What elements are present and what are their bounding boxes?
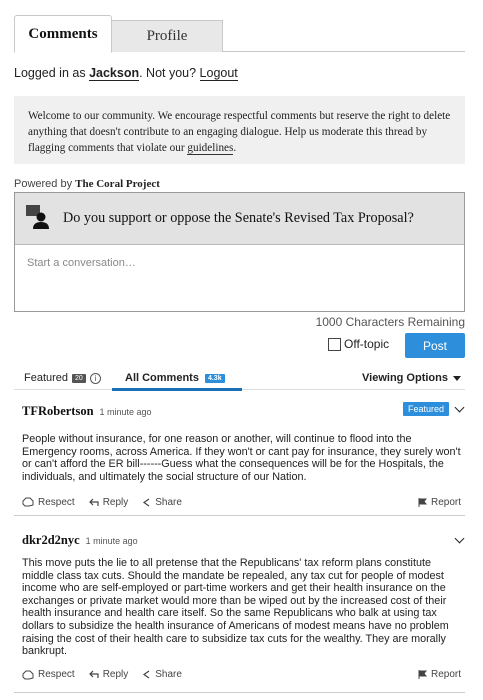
powered-by: Powered by The Coral Project	[14, 178, 160, 190]
viewing-options-label: Viewing Options	[362, 372, 448, 384]
guidelines-link[interactable]: guidelines	[187, 142, 234, 155]
comment-input[interactable]: Start a conversation…	[15, 245, 464, 281]
share-icon	[143, 670, 150, 679]
share-label: Share	[155, 669, 182, 681]
login-prefix: Logged in as	[14, 66, 90, 80]
comment-item: TFRobertson 1 minute ago Featured People…	[22, 402, 465, 509]
all-comments-label: All Comments	[125, 372, 199, 384]
comment-time: 1 minute ago	[99, 407, 152, 417]
caret-down-icon	[453, 375, 461, 381]
share-button[interactable]: Share	[142, 669, 182, 680]
share-label: Share	[155, 496, 182, 508]
comment-body: This move puts the lie to all pretense t…	[22, 557, 449, 658]
respect-icon	[22, 670, 34, 680]
tab-comments[interactable]: Comments	[14, 15, 112, 53]
reply-label: Reply	[102, 669, 129, 681]
report-button[interactable]: Report	[418, 669, 461, 680]
report-button[interactable]: Report	[418, 497, 461, 508]
username[interactable]: Jackson	[89, 66, 140, 81]
share-icon	[143, 498, 150, 507]
welcome-suffix: .	[233, 142, 237, 154]
comment-author[interactable]: TFRobertson	[22, 404, 94, 419]
tab-featured[interactable]: Featured 20 i	[24, 372, 101, 384]
question-header: Do you support or oppose the Senate's Re…	[15, 193, 464, 245]
logout-link[interactable]: Logout	[199, 66, 238, 81]
reply-icon	[88, 498, 99, 506]
user-question-icon	[25, 204, 51, 233]
respect-button[interactable]: Respect	[22, 669, 75, 680]
tab-bar: Profile Comments	[14, 15, 465, 53]
respect-icon	[22, 497, 34, 507]
comment-actions: Respect Reply Share Report	[22, 668, 465, 682]
welcome-message: Welcome to our community. We encourage r…	[14, 96, 465, 164]
comment-header: TFRobertson 1 minute ago	[22, 404, 465, 419]
flag-icon	[418, 497, 427, 507]
share-button[interactable]: Share	[142, 497, 182, 508]
featured-count-badge: 20	[72, 373, 86, 383]
reply-button[interactable]: Reply	[88, 496, 129, 508]
featured-badge: Featured	[402, 402, 449, 416]
report-label: Report	[430, 496, 461, 508]
comment-actions: Respect Reply Share Report	[22, 495, 465, 509]
offtopic-toggle[interactable]: Off-topic	[328, 337, 389, 351]
chars-remaining: 1000 Characters Remaining	[315, 315, 465, 329]
tab-all-comments[interactable]: All Comments 4.3k	[125, 372, 225, 384]
all-count-badge: 4.3k	[204, 373, 225, 383]
comment-author[interactable]: dkr2d2nyc	[22, 533, 80, 548]
post-button[interactable]: Post	[405, 333, 465, 358]
comment-header: dkr2d2nyc 1 minute ago	[22, 533, 465, 548]
report-label: Report	[430, 669, 461, 681]
welcome-text: Welcome to our community. We encourage r…	[28, 110, 451, 154]
comment-divider	[14, 515, 465, 516]
login-middle: . Not you?	[139, 66, 200, 80]
tab-profile[interactable]: Profile	[111, 20, 223, 52]
offtopic-checkbox[interactable]	[328, 337, 341, 351]
featured-label: Featured	[24, 372, 69, 384]
comment-divider	[14, 692, 465, 693]
question-text: Do you support or oppose the Senate's Re…	[63, 210, 414, 226]
comment-body: People without insurance, for one reason…	[22, 433, 461, 483]
offtopic-label: Off-topic	[344, 337, 390, 351]
reply-button[interactable]: Reply	[88, 669, 129, 681]
flag-icon	[418, 670, 427, 680]
comment-composer: Do you support or oppose the Senate's Re…	[14, 192, 465, 312]
viewing-options-button[interactable]: Viewing Options	[362, 372, 461, 384]
coral-brand[interactable]: The Coral Project	[75, 178, 160, 190]
respect-label: Respect	[38, 496, 75, 508]
reply-label: Reply	[102, 496, 129, 508]
login-status: Logged in as Jackson. Not you? Logout	[14, 66, 238, 81]
comment-item: dkr2d2nyc 1 minute ago This move puts th…	[22, 533, 465, 682]
sort-bar: Featured 20 i All Comments 4.3k Viewing …	[14, 368, 465, 391]
comment-time: 1 minute ago	[85, 536, 138, 546]
respect-label: Respect	[38, 669, 75, 681]
reply-icon	[88, 670, 99, 679]
active-tab-indicator	[112, 388, 242, 391]
powered-prefix: Powered by	[14, 178, 76, 190]
respect-button[interactable]: Respect	[22, 497, 75, 508]
info-icon[interactable]: i	[89, 372, 101, 384]
